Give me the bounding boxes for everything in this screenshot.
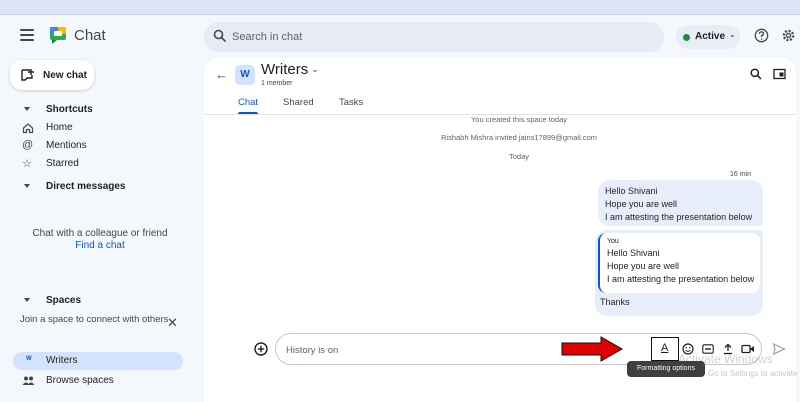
- message-line: Hope you are well: [607, 261, 680, 271]
- help-icon[interactable]: [754, 28, 769, 43]
- formatting-options-tooltip: Formatting options: [627, 361, 705, 377]
- join-space-hint: Join a space to connect with others: [20, 314, 169, 325]
- browser-top-strip: [0, 0, 800, 15]
- add-attachment-icon[interactable]: [254, 342, 268, 356]
- collapse-caret-icon: [24, 107, 30, 111]
- message-bubble: Hello Shivani Hope you are well I am att…: [598, 180, 763, 226]
- status-label: Active: [695, 31, 726, 42]
- day-divider: Today: [508, 152, 529, 161]
- quoted-message[interactable]: You Hello Shivani Hope you are well I am…: [598, 233, 760, 293]
- dm-empty-text: Chat with a colleague or friend: [32, 228, 168, 239]
- tab-shared[interactable]: Shared: [283, 97, 314, 108]
- section-label: Spaces: [46, 295, 82, 306]
- space-title[interactable]: Writers ⌄: [261, 61, 319, 78]
- message-line: Hope you are well: [605, 199, 678, 209]
- search-bar[interactable]: [204, 22, 664, 52]
- chevron-down-icon: ⌄: [311, 64, 319, 74]
- find-chat-link[interactable]: Find a chat: [0, 240, 200, 251]
- search-icon[interactable]: [750, 68, 762, 80]
- member-count: 1 member: [261, 80, 293, 87]
- collapse-caret-icon: [24, 298, 30, 302]
- app-name: Chat: [74, 27, 106, 44]
- format-text-icon: A: [661, 342, 669, 354]
- gear-icon[interactable]: [781, 28, 796, 43]
- side-panel-icon[interactable]: [773, 68, 786, 80]
- message-line: I am attesting the presentation below: [605, 212, 753, 222]
- status-dot: [683, 34, 690, 41]
- red-arrow-annotation: [561, 336, 623, 362]
- system-message: Rishabh Mishra invited jains17899@gmail.…: [440, 133, 598, 142]
- message-timestamp: 16 min: [730, 171, 752, 178]
- people-icon: [22, 376, 35, 385]
- back-arrow-icon[interactable]: ←: [215, 67, 228, 82]
- tab-chat[interactable]: Chat: [238, 97, 258, 108]
- new-chat-button[interactable]: New chat: [10, 60, 94, 90]
- sidebar-item-label: Browse spaces: [46, 375, 114, 386]
- home-icon: [22, 123, 34, 134]
- activate-windows-subtext: Go to Settings to activate Windows.: [708, 369, 800, 378]
- status-selector[interactable]: Active ⌄: [676, 25, 740, 49]
- sidebar-item-label: Starred: [46, 158, 79, 169]
- system-message: You created this space today: [470, 115, 568, 124]
- section-label: Shortcuts: [46, 104, 93, 115]
- at-icon: @: [22, 139, 34, 151]
- reply-message-bubble: You Hello Shivani Hope you are well I am…: [595, 230, 763, 316]
- close-icon[interactable]: ✕: [167, 315, 178, 331]
- chat-logo-icon: [50, 27, 66, 44]
- sidebar-item-label: Home: [46, 122, 73, 133]
- message-line: Hello Shivani: [605, 186, 658, 196]
- chevron-down-icon: ⌄: [729, 30, 736, 39]
- space-title-text: Writers: [261, 61, 309, 78]
- star-icon: ☆: [22, 158, 32, 170]
- quote-author: You: [607, 238, 619, 245]
- collapse-caret-icon: [24, 184, 30, 188]
- message-line: Hello Shivani: [607, 248, 660, 258]
- search-input[interactable]: [232, 27, 632, 47]
- sidebar-item-label: Mentions: [46, 140, 87, 151]
- sidebar: New chat Shortcuts Home @ Mentions ☆ Sta…: [0, 58, 200, 402]
- space-avatar: W: [235, 65, 255, 85]
- conversation-pane: ← W Writers ⌄ 1 member Chat Shared Tasks …: [204, 58, 800, 402]
- new-chat-label: New chat: [43, 70, 87, 81]
- main-menu-icon[interactable]: [20, 29, 34, 41]
- space-avatar: W: [26, 356, 32, 362]
- search-icon: [213, 29, 227, 43]
- message-input[interactable]: [286, 342, 546, 358]
- formatting-options-button[interactable]: A: [651, 337, 679, 361]
- app-header: Chat Active ⌄: [0, 16, 800, 58]
- sidebar-item-writers[interactable]: W Writers: [13, 352, 183, 370]
- section-label: Direct messages: [46, 181, 126, 192]
- sidebar-item-label: Writers: [46, 355, 78, 366]
- tab-tasks[interactable]: Tasks: [339, 97, 363, 108]
- send-icon[interactable]: [772, 342, 786, 356]
- message-line: I am attesting the presentation below: [607, 274, 755, 284]
- reply-text: Thanks: [600, 297, 630, 307]
- new-chat-icon: [21, 69, 34, 81]
